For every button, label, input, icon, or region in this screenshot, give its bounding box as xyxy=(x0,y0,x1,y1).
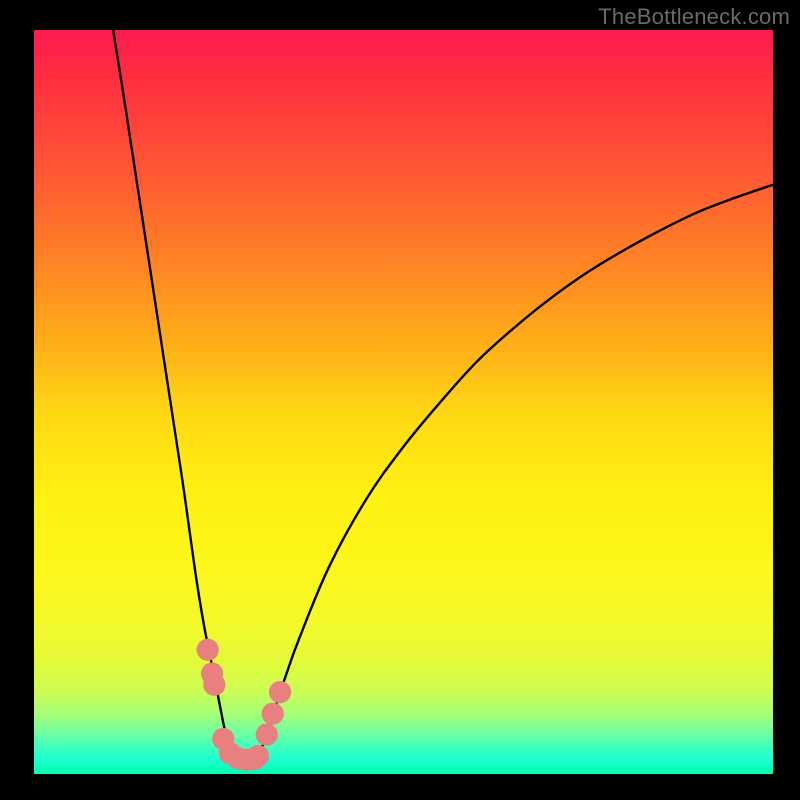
data-marker xyxy=(247,745,269,767)
data-marker xyxy=(203,674,225,696)
data-marker xyxy=(262,703,284,725)
data-marker xyxy=(269,681,291,703)
watermark-text: TheBottleneck.com xyxy=(598,4,790,30)
chart-svg xyxy=(34,30,773,774)
data-marker xyxy=(256,723,278,745)
image-frame: TheBottleneck.com xyxy=(0,0,800,800)
right-curve xyxy=(258,185,773,757)
marker-layer xyxy=(197,639,292,771)
data-marker xyxy=(197,639,219,661)
